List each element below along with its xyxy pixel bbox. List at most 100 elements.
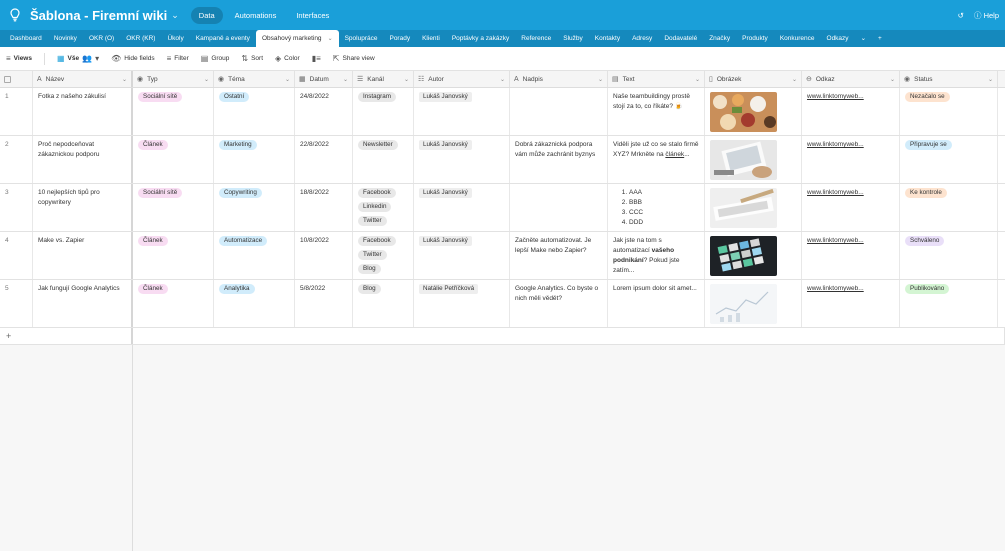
chevron-down-icon[interactable]: ⌄ (285, 76, 290, 83)
cell-status[interactable]: Publikováno (900, 280, 998, 327)
column-header-nadpis[interactable]: A Nadpis ⌄ (510, 71, 608, 87)
cell-autor[interactable]: Lukáš Janovský (414, 88, 510, 135)
cell-obrazek[interactable] (705, 280, 802, 327)
cell-datum[interactable]: 24/8/2022 (295, 88, 353, 135)
table-row[interactable]: 3 10 nejlepších tipů pro copywritery Soc… (0, 184, 1005, 232)
url-link[interactable]: www.linktomyweb... (807, 141, 864, 148)
tab-adresy[interactable]: Adresy (626, 30, 658, 47)
cell-datum[interactable]: 18/8/2022 (295, 184, 353, 231)
cell-obrazek[interactable] (705, 232, 802, 279)
chevron-down-icon[interactable]: ⌄ (695, 76, 700, 83)
cell-odkaz[interactable]: www.linktomyweb... (802, 88, 900, 135)
chevron-down-icon[interactable]: ⌄ (598, 76, 603, 83)
nav-automations[interactable]: Automations (227, 7, 285, 24)
tab-klienti[interactable]: Klienti (416, 30, 446, 47)
cell-typ[interactable]: Článek (133, 232, 214, 279)
cell-autor[interactable]: Lukáš Janovský (414, 184, 510, 231)
cell-tema[interactable]: Ostatní (214, 88, 295, 135)
filter-button[interactable]: ≡ Filter (167, 54, 189, 63)
add-table-icon[interactable]: + (872, 30, 888, 47)
chevron-down-icon[interactable]: ⌄ (988, 76, 993, 83)
cell-nadpis[interactable] (510, 184, 608, 231)
tab-produkty[interactable]: Produkty (736, 30, 774, 47)
column-header-odkaz[interactable]: ⊖ Odkaz ⌄ (802, 71, 900, 87)
column-header-text[interactable]: ▤ Text ⌄ (608, 71, 705, 87)
table-row[interactable]: 1 Fotka z našeho zákulisí Sociální sítě … (0, 88, 1005, 136)
cell-status[interactable]: Schváleno (900, 232, 998, 279)
table-row[interactable]: 5 Jak fungují Google Analytics Článek An… (0, 280, 1005, 328)
cell-nazev[interactable]: 10 nejlepších tipů pro copywritery (33, 184, 133, 231)
chevron-down-icon[interactable]: ⌄ (404, 76, 409, 83)
tab-konkurence[interactable]: Konkurence (774, 30, 821, 47)
cell-status[interactable]: Připravuje se (900, 136, 998, 183)
help-button[interactable]: ⓘ Help (974, 10, 999, 21)
column-header-autor[interactable]: ☷ Autor ⌄ (414, 71, 510, 87)
cell-status[interactable]: Nezačalo se (900, 88, 998, 135)
cell-obrazek[interactable] (705, 136, 802, 183)
hide-fields-button[interactable]: 👁 Hide fields (111, 54, 155, 63)
tab-sluzby[interactable]: Služby (557, 30, 589, 47)
tab-ukoly[interactable]: Úkoly (161, 30, 189, 47)
chevron-down-icon[interactable]: ⌄ (328, 36, 333, 42)
cell-tema[interactable]: Automatizace (214, 232, 295, 279)
cell-odkaz[interactable]: www.linktomyweb... (802, 280, 900, 327)
tab-kampane[interactable]: Kampaně a eventy (190, 30, 256, 47)
image-thumbnail[interactable] (710, 284, 777, 324)
cell-kanal[interactable]: Facebook Twitter Blog (353, 232, 414, 279)
column-header-tema[interactable]: ◉ Téma ⌄ (214, 71, 295, 87)
cell-kanal[interactable]: Blog (353, 280, 414, 327)
url-link[interactable]: www.linktomyweb... (807, 93, 864, 100)
cell-tema[interactable]: Marketing (214, 136, 295, 183)
chevron-down-icon[interactable]: ⌄ (792, 76, 797, 83)
tab-spoluprace[interactable]: Spolupráce (339, 30, 384, 47)
image-thumbnail[interactable] (710, 188, 777, 228)
cell-autor[interactable]: Natálie Petříčková (414, 280, 510, 327)
cell-kanal[interactable]: Facebook Linkedin Twitter (353, 184, 414, 231)
column-header-nazev[interactable]: A Název ⌄ (33, 71, 133, 87)
image-thumbnail[interactable] (710, 140, 777, 180)
chevron-down-icon[interactable]: ⌄ (343, 76, 348, 83)
add-row[interactable]: + (0, 328, 1005, 345)
share-view-button[interactable]: ⇱ Share view (333, 54, 375, 63)
view-switcher[interactable]: ▦ Vše 👥 ▾ (57, 54, 99, 63)
cell-kanal[interactable]: Instagram (353, 88, 414, 135)
cell-text[interactable]: AAA BBB CCC DDD (608, 184, 705, 231)
row-height-button[interactable]: ▮≡ (312, 54, 321, 63)
chevron-down-icon[interactable]: ⌄ (171, 10, 179, 21)
cell-nazev[interactable]: Fotka z našeho zákulisí (33, 88, 133, 135)
cell-odkaz[interactable]: www.linktomyweb... (802, 232, 900, 279)
image-thumbnail[interactable] (710, 236, 777, 276)
tab-dashboard[interactable]: Dashboard (4, 30, 48, 47)
cell-datum[interactable]: 22/8/2022 (295, 136, 353, 183)
tab-kontakty[interactable]: Kontakty (589, 30, 626, 47)
cell-nadpis[interactable] (510, 88, 608, 135)
cell-obrazek[interactable] (705, 88, 802, 135)
cell-nadpis[interactable]: Google Analytics. Co byste o nich měli v… (510, 280, 608, 327)
image-thumbnail[interactable] (710, 92, 777, 132)
cell-nazev[interactable]: Make vs. Zapier (33, 232, 133, 279)
nav-interfaces[interactable]: Interfaces (288, 7, 337, 24)
add-row-button[interactable]: + (0, 328, 133, 344)
table-row[interactable]: 2 Proč nepodceňovat zákaznickou podporu … (0, 136, 1005, 184)
cell-nadpis[interactable]: Začněte automatizovat. Je lepší Make neb… (510, 232, 608, 279)
cell-odkaz[interactable]: www.linktomyweb... (802, 136, 900, 183)
nav-data[interactable]: Data (190, 6, 223, 24)
column-header-datum[interactable]: ▦ Datum ⌄ (295, 71, 353, 87)
cell-typ[interactable]: Sociální sítě (133, 184, 214, 231)
chevron-down-icon[interactable]: ⌄ (122, 76, 127, 83)
column-header-obrazek[interactable]: ▯ Obrázek ⌄ (705, 71, 802, 87)
url-link[interactable]: www.linktomyweb... (807, 285, 864, 292)
sort-button[interactable]: ⇅ Sort (241, 54, 263, 63)
history-icon[interactable]: ↺ (958, 11, 964, 20)
add-row-area[interactable] (133, 328, 1005, 344)
table-row[interactable]: 4 Make vs. Zapier Článek Automatizace 10… (0, 232, 1005, 280)
tab-reference[interactable]: Reference (515, 30, 557, 47)
cell-kanal[interactable]: Newsletter (353, 136, 414, 183)
cell-nazev[interactable]: Proč nepodceňovat zákaznickou podporu (33, 136, 133, 183)
column-header-kanal[interactable]: ☰ Kanál ⌄ (353, 71, 414, 87)
cell-nadpis[interactable]: Dobrá zákaznická podpora vám může zachrá… (510, 136, 608, 183)
cell-tema[interactable]: Analytika (214, 280, 295, 327)
cell-obrazek[interactable] (705, 184, 802, 231)
text-link[interactable]: článek (665, 151, 684, 158)
cell-text[interactable]: Jak jste na tom s automatizací vašeho po… (608, 232, 705, 279)
